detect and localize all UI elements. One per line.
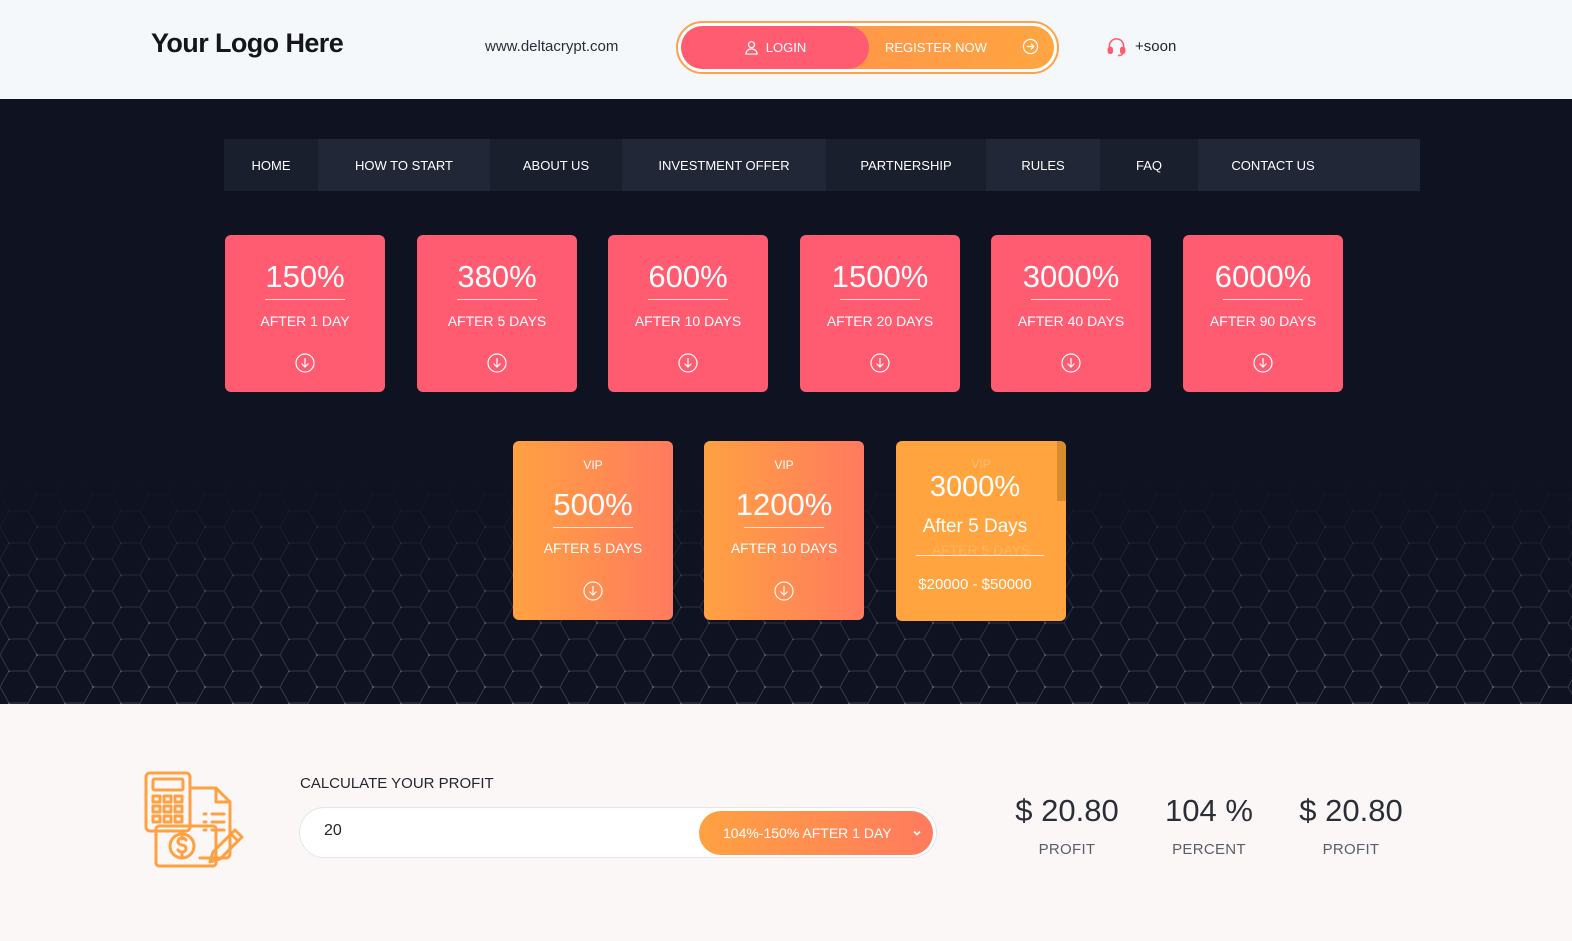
arrow-down-circle-icon [870, 353, 890, 373]
user-icon [745, 41, 758, 55]
arrow-down-circle-icon [583, 581, 603, 601]
total-profit-value: $ 20.80 [1299, 793, 1403, 828]
login-button[interactable]: LOGIN [681, 26, 869, 69]
auth-buttons-inner: LOGIN REGISTER NOW [681, 26, 1054, 69]
percent-caption: PERCENT [1172, 841, 1246, 858]
main-nav: HOME HOW TO START ABOUT US INVESTMENT OF… [224, 139, 1420, 191]
site-logo[interactable]: Your Logo Here [151, 28, 344, 59]
vip-percent: 500% [553, 487, 633, 522]
percent-stat: 104 % PERCENT [1160, 793, 1258, 858]
plan-percent: 380% [457, 259, 537, 294]
plan-period: AFTER 20 DAYS [826, 313, 934, 329]
plan-card[interactable]: 150% AFTER 1 DAY [225, 235, 385, 392]
plan-card[interactable]: 1500% AFTER 20 DAYS [800, 235, 960, 392]
arrow-down-circle-icon [678, 353, 698, 373]
auth-buttons: LOGIN REGISTER NOW [676, 21, 1059, 74]
plan-card[interactable]: 6000% AFTER 90 DAYS [1183, 235, 1343, 392]
nav-filler [1348, 139, 1420, 191]
hero-section: HOME HOW TO START ABOUT US INVESTMENT OF… [0, 99, 1572, 704]
vip-plan-card[interactable]: VIP 1200% AFTER 10 DAYS [704, 441, 864, 620]
headset-icon [1107, 38, 1126, 57]
profit-caption: PROFIT [1038, 841, 1096, 858]
vip-period: AFTER 10 DAYS [730, 540, 838, 556]
vip-divider [553, 527, 633, 528]
amount-input[interactable] [324, 822, 684, 840]
support-label: +soon [1135, 38, 1177, 55]
plan-period: AFTER 90 DAYS [1209, 313, 1317, 329]
arrow-circle-right-icon [1022, 38, 1039, 55]
plan-period: AFTER 5 DAYS [447, 313, 547, 329]
nav-contact-us[interactable]: CONTACT US [1198, 139, 1348, 191]
arrow-down-circle-icon [295, 353, 315, 373]
calculator-invoice-icon [144, 771, 244, 868]
total-profit-stat: $ 20.80 PROFIT [1295, 793, 1407, 858]
chevron-down-icon [913, 830, 921, 836]
vip-tag: VIP [774, 458, 794, 472]
vip-divider [916, 555, 1044, 556]
calculator-label: CALCULATE YOUR PROFIT [300, 775, 494, 792]
site-header: Your Logo Here www.deltacrypt.com LOGIN … [0, 0, 1572, 99]
nav-partnership[interactable]: PARTNERSHIP [826, 139, 986, 191]
plan-divider [265, 299, 345, 300]
plan-percent: 600% [648, 259, 728, 294]
arrow-down-circle-icon [1061, 353, 1081, 373]
plan-card[interactable]: 600% AFTER 10 DAYS [608, 235, 768, 392]
vip-tag: VIP [583, 458, 603, 472]
register-label: REGISTER NOW [885, 40, 987, 55]
vip-percent: 3000% [929, 471, 1021, 503]
plan-select[interactable]: 104%-150% AFTER 1 DAY [699, 811, 933, 855]
vip-period: AFTER 5 DAYS [543, 540, 643, 556]
vip-percent: 1200% [735, 487, 833, 522]
arrow-down-circle-icon [1253, 353, 1273, 373]
nav-rules[interactable]: RULES [986, 139, 1100, 191]
plan-card[interactable]: 3000% AFTER 40 DAYS [991, 235, 1151, 392]
vip-divider [744, 527, 824, 528]
site-url[interactable]: www.deltacrypt.com [485, 38, 618, 55]
plan-period: AFTER 10 DAYS [634, 313, 742, 329]
plan-card[interactable]: 380% AFTER 5 DAYS [417, 235, 577, 392]
vip-tag: VIP [971, 457, 991, 471]
vip-period: After 5 Days [922, 516, 1028, 537]
register-button[interactable]: REGISTER NOW [869, 26, 1054, 69]
plan-period: AFTER 40 DAYS [1017, 313, 1125, 329]
arrow-down-circle-icon [487, 353, 507, 373]
vip-plan-card-expanded[interactable]: VIP AFTER 5 DAYS 3000% After 5 Days $200… [896, 441, 1066, 621]
percent-value: 104 % [1165, 793, 1253, 828]
profit-stat: $ 20.80 PROFIT [1011, 793, 1123, 858]
nav-how-to-start[interactable]: HOW TO START [318, 139, 490, 191]
nav-home[interactable]: HOME [224, 139, 318, 191]
plan-percent: 150% [265, 259, 345, 294]
nav-investment-offer[interactable]: INVESTMENT OFFER [622, 139, 826, 191]
nav-about-us[interactable]: ABOUT US [490, 139, 622, 191]
card-scrollbar[interactable] [1057, 441, 1066, 501]
profit-value: $ 20.80 [1015, 793, 1119, 828]
plan-percent: 1500% [831, 259, 929, 294]
plan-divider [840, 299, 920, 300]
plan-divider [648, 299, 728, 300]
plan-select-value: 104%-150% AFTER 1 DAY [723, 825, 892, 841]
vip-deposit-range: $20000 - $50000 [918, 576, 1032, 593]
login-label: LOGIN [765, 40, 807, 55]
vip-plan-card[interactable]: VIP 500% AFTER 5 DAYS [513, 441, 673, 620]
support-contact[interactable]: +soon [1106, 36, 1176, 57]
plan-percent: 3000% [1022, 259, 1120, 294]
plan-divider [1031, 299, 1111, 300]
plan-divider [457, 299, 537, 300]
arrow-down-circle-icon [774, 581, 794, 601]
plan-divider [1223, 299, 1303, 300]
total-profit-caption: PROFIT [1322, 841, 1380, 858]
plan-percent: 6000% [1214, 259, 1312, 294]
nav-faq[interactable]: FAQ [1100, 139, 1198, 191]
plan-period: AFTER 1 DAY [260, 313, 350, 329]
